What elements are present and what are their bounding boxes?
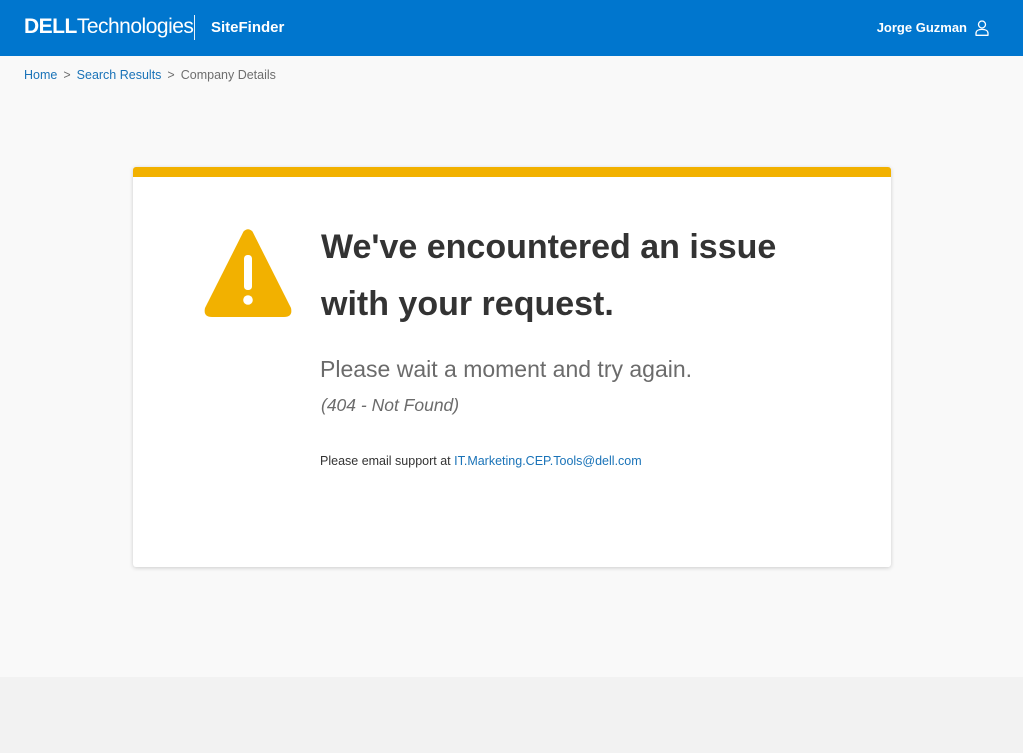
breadcrumb: Home > Search Results > Company Details [24,67,276,83]
error-subtitle: Please wait a moment and try again. [320,356,693,382]
support-message: Please email support at IT.Marketing.CEP… [320,453,642,469]
user-name: Jorge Guzman [876,20,967,35]
breadcrumb-separator: > [167,68,175,82]
breadcrumb-home-link[interactable]: Home [24,68,57,82]
page: DELLTechnologies SiteFinder Jorge Guzman… [0,0,1023,753]
footer-band [0,677,1023,753]
breadcrumb-current: Company Details [180,68,276,82]
app-name[interactable]: SiteFinder [211,19,284,37]
error-title: We've encountered an issue with your req… [321,228,777,323]
breadcrumb-separator: > [63,68,71,82]
top-header: DELLTechnologies SiteFinder Jorge Guzman [0,0,1023,56]
main-content: Home > Search Results > Company Details We'v… [0,56,1023,677]
user-menu[interactable]: Jorge Guzman [877,19,989,37]
error-code: (404 - Not Found) [321,395,460,415]
header-divider [194,15,195,40]
user-icon [975,20,989,36]
support-email-link[interactable]: IT.Marketing.CEP.Tools@dell.com [454,454,642,468]
logo-suffix: Technologies [76,15,194,38]
warning-icon [204,229,292,317]
support-prefix: Please email support at [320,454,451,468]
dell-technologies-logo[interactable]: DELLTechnologies [24,15,194,39]
logo-brand: DELL [24,15,77,38]
error-card: We've encountered an issue with your req… [133,167,891,567]
breadcrumb-search-results-link[interactable]: Search Results [77,68,162,82]
